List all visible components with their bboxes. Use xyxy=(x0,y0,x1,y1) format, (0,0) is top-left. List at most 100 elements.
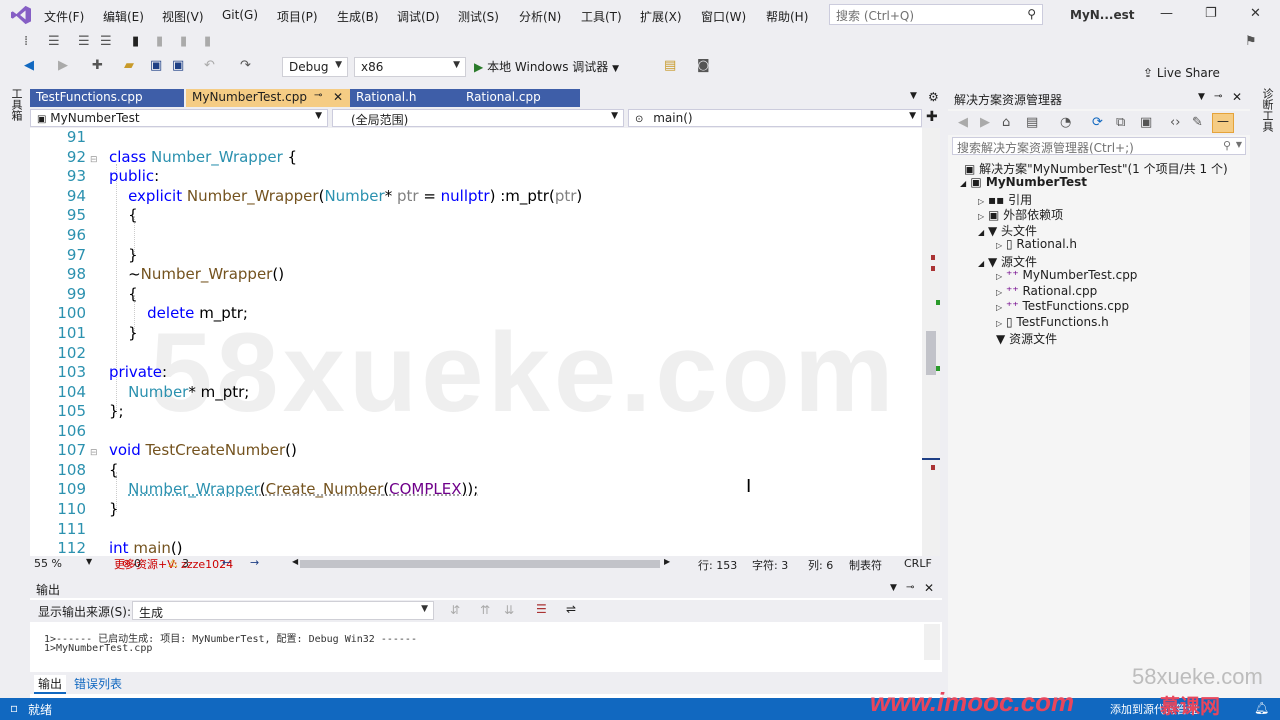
search-input[interactable]: 搜索 (Ctrl+Q) ⚲ xyxy=(829,4,1043,25)
back-icon[interactable]: ◀ xyxy=(958,115,968,130)
menu-test[interactable]: 测试(S) xyxy=(458,8,499,25)
code-editor[interactable]: 58xueke.com 91 92 93 94 95 96 97 98 99 100 101 102 1… xyxy=(30,128,922,556)
find-in-files-icon[interactable]: ▤ xyxy=(664,58,676,73)
bookmark-icon[interactable]: ▮ xyxy=(132,34,139,49)
screenshot-icon[interactable]: ◙ xyxy=(697,58,710,73)
menu-view[interactable]: 视图(V) xyxy=(162,8,204,25)
chevron-down-icon[interactable]: ▼ xyxy=(1198,92,1205,102)
chevron-down-icon[interactable]: ▼ xyxy=(890,583,897,593)
preview-icon[interactable]: — xyxy=(1212,113,1234,133)
editor-vertical-scrollbar[interactable] xyxy=(922,128,940,556)
show-all-files-icon[interactable]: ▣ xyxy=(1140,115,1152,130)
indent-icon[interactable]: ☰ xyxy=(78,34,90,49)
save-icon[interactable]: ▣ xyxy=(150,58,162,73)
close-tab-icon[interactable]: ✕ xyxy=(333,90,343,104)
output-scrollbar[interactable] xyxy=(924,624,940,660)
menu-project[interactable]: 项目(P) xyxy=(277,8,318,25)
forward-icon[interactable]: ▶ xyxy=(58,58,68,73)
tree-item-mynumbertest-cpp[interactable]: ▷ ⁺⁺ MyNumberTest.cpp xyxy=(996,268,1137,282)
outdent-icon[interactable]: ☰ xyxy=(100,34,112,49)
pending-changes-icon[interactable]: ◔ xyxy=(1060,115,1071,130)
diagnostics-tab[interactable]: 诊断工具 xyxy=(1259,88,1275,132)
menu-analyze[interactable]: 分析(N) xyxy=(519,8,561,25)
collapse-icon[interactable]: ⊟ xyxy=(90,155,98,165)
tabs-indicator[interactable]: 制表符 xyxy=(849,557,882,573)
tree-item-testfunctions-h[interactable]: ▷ ▯ TestFunctions.h xyxy=(996,315,1109,329)
tab-error-list[interactable]: 错误列表 xyxy=(70,675,126,692)
prev-issue-icon[interactable]: ← xyxy=(222,556,231,569)
switch-views-icon[interactable]: ▤ xyxy=(1026,115,1038,130)
forward-icon[interactable]: ▶ xyxy=(980,115,990,130)
tree-item-testfunctions-cpp[interactable]: ▷ ⁺⁺ TestFunctions.cpp xyxy=(996,299,1129,313)
format-icon[interactable]: ☰ xyxy=(48,34,60,49)
tab-mynumbertest-cpp[interactable]: MyNumberTest.cpp ⊸ ✕ xyxy=(186,89,350,107)
feedback-icon[interactable]: ⚑ xyxy=(1245,34,1257,49)
horizontal-scrollbar[interactable] xyxy=(300,560,660,568)
close-icon[interactable]: ✕ xyxy=(924,581,934,595)
solution-search-input[interactable]: 搜索解决方案资源管理器(Ctrl+;) ⚲ ▼ xyxy=(952,137,1246,155)
platform-dropdown[interactable]: x86 ▼ xyxy=(354,57,466,77)
tree-item-resource-files[interactable]: ▼ 资源文件 xyxy=(996,330,1057,347)
scroll-thumb[interactable] xyxy=(926,331,936,375)
scroll-right-icon[interactable]: ▶ xyxy=(664,557,670,566)
output-source-dropdown[interactable]: 生成 ▼ xyxy=(132,601,434,620)
word-wrap-icon[interactable]: ⇌ xyxy=(566,602,576,616)
tree-item-rational-h[interactable]: ▷ ▯ Rational.h xyxy=(996,237,1077,251)
collapse-all-icon[interactable]: ⧉ xyxy=(1116,115,1125,130)
tab-output[interactable]: 输出 xyxy=(34,675,67,694)
properties-icon[interactable]: ✎ xyxy=(1192,115,1203,130)
menu-debug[interactable]: 调试(D) xyxy=(397,8,440,25)
chevron-down-icon[interactable]: ▼ xyxy=(86,557,92,566)
next-message-icon[interactable]: ⇊ xyxy=(504,603,514,617)
clear-all-icon[interactable]: ☰ xyxy=(536,602,547,616)
collapse-icon[interactable]: ⊟ xyxy=(90,448,98,458)
toolbox-tab[interactable]: 工具箱 xyxy=(8,88,24,121)
restore-icon[interactable]: ❐ xyxy=(1205,6,1217,21)
member-dropdown[interactable]: ⊙ main() ▼ xyxy=(628,109,922,127)
error-icon[interactable]: ⊗ xyxy=(122,557,131,570)
close-icon[interactable]: ✕ xyxy=(1232,90,1242,104)
tree-item-rational-cpp[interactable]: ▷ ⁺⁺ Rational.cpp xyxy=(996,284,1097,298)
menu-help[interactable]: 帮助(H) xyxy=(766,8,808,25)
pin-icon[interactable]: ⊸ xyxy=(1214,91,1222,102)
close-icon[interactable]: ✕ xyxy=(1250,6,1261,21)
menu-tools[interactable]: 工具(T) xyxy=(581,8,622,25)
home-icon[interactable]: ⌂ xyxy=(1002,115,1010,130)
back-icon[interactable]: ◀ xyxy=(24,58,34,73)
tab-rational-cpp[interactable]: Rational.cpp xyxy=(460,89,580,107)
eol-indicator[interactable]: CRLF xyxy=(904,557,932,570)
project-node[interactable]: ◢ ▣ MyNumberTest xyxy=(960,175,1087,189)
menu-build[interactable]: 生成(B) xyxy=(337,8,379,25)
open-icon[interactable]: ▰ xyxy=(124,58,134,73)
run-debugger-button[interactable]: ▶ 本地 Windows 调试器 ▼ xyxy=(474,58,619,75)
pin-icon[interactable]: ⊸ xyxy=(314,90,322,101)
prev-bookmark-icon[interactable]: ▮ xyxy=(156,34,163,49)
save-all-icon[interactable]: ▣ xyxy=(172,58,184,73)
tab-overflow-icon[interactable]: ▼ xyxy=(910,91,917,101)
visual-studio-logo-icon[interactable] xyxy=(10,5,32,25)
undo-icon[interactable]: ↶ xyxy=(204,58,215,73)
warning-icon[interactable]: ⚠ xyxy=(168,557,178,570)
pin-icon[interactable]: ⊸ xyxy=(906,582,914,593)
config-dropdown[interactable]: Debug ▼ xyxy=(282,57,348,77)
scroll-left-icon[interactable]: ◀ xyxy=(292,557,298,566)
project-dropdown[interactable]: ▣ MyNumberTest ▼ xyxy=(30,109,328,127)
tab-rational-h[interactable]: Rational.h xyxy=(350,89,460,107)
redo-icon[interactable]: ↷ xyxy=(240,58,251,73)
menu-extensions[interactable]: 扩展(X) xyxy=(640,8,682,25)
new-item-icon[interactable]: ✚ xyxy=(92,58,103,73)
minimize-icon[interactable]: — xyxy=(1160,6,1173,21)
menu-edit[interactable]: 编辑(E) xyxy=(103,8,144,25)
split-editor-icon[interactable]: ✚ xyxy=(926,109,938,125)
next-issue-icon[interactable]: → xyxy=(250,556,259,569)
scope-dropdown[interactable]: (全局范围) ▼ xyxy=(332,109,624,127)
next-bookmark-icon[interactable]: ▮ xyxy=(180,34,187,49)
sync-icon[interactable]: ⟳ xyxy=(1092,115,1103,130)
code-icon[interactable]: ‹› xyxy=(1170,115,1180,130)
menu-file[interactable]: 文件(F) xyxy=(44,8,84,25)
zoom-level[interactable]: 55 % xyxy=(34,557,62,570)
notification-icon[interactable]: 🔔︎ xyxy=(1254,701,1269,715)
settings-icon[interactable]: ⚙ xyxy=(928,90,939,104)
clear-bookmark-icon[interactable]: ▮ xyxy=(204,34,211,49)
menu-window[interactable]: 窗口(W) xyxy=(701,8,746,25)
